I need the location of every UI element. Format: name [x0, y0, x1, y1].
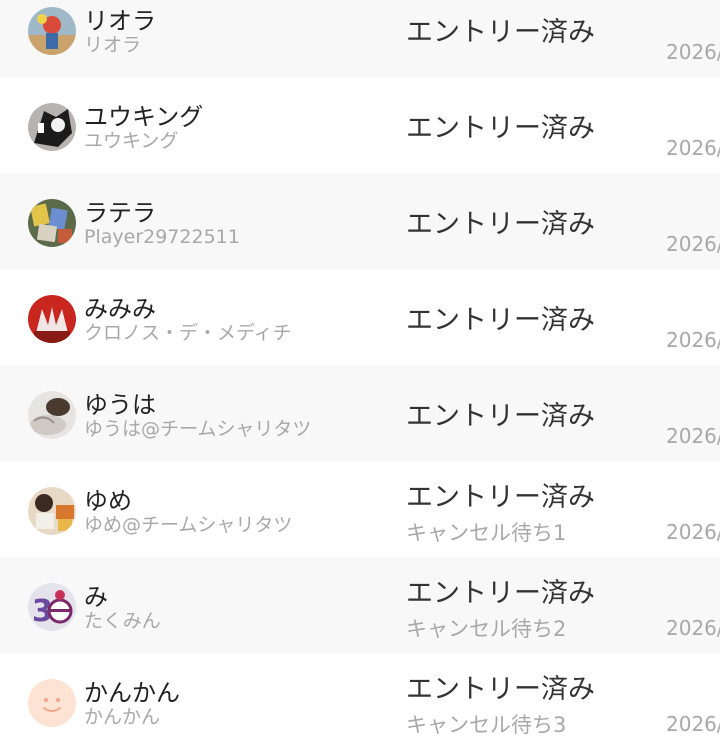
- entry-date: 2026/: [666, 136, 720, 160]
- entry-status: エントリー済み: [406, 482, 595, 513]
- avatar-image-icon: [28, 487, 76, 535]
- avatar-image-icon: [28, 7, 76, 55]
- entry-subname: リオラ: [84, 34, 142, 56]
- entry-subname: ゆめ@チームシャリタツ: [84, 514, 293, 536]
- avatar: [28, 103, 76, 151]
- avatar-image-icon: [28, 295, 76, 343]
- entry-date: 2026/: [666, 616, 720, 640]
- avatar: [28, 487, 76, 535]
- entry-date: 2026/: [666, 424, 720, 448]
- avatar-image-icon: [28, 391, 76, 439]
- entry-date: 2026/: [666, 40, 720, 64]
- entry-status: エントリー済み: [406, 209, 595, 240]
- entry-subname: ゆうは@チームシャリタツ: [84, 418, 312, 440]
- entry-subname: クロノス・デ・メディチ: [84, 322, 292, 344]
- entry-name: かんかん: [84, 679, 180, 707]
- entry-name: ユウキング: [84, 103, 204, 131]
- entry-status: エントリー済み: [406, 401, 595, 432]
- avatar: 3: [28, 583, 76, 631]
- entry-date: 2026/: [666, 328, 720, 352]
- entry-subname: かんかん: [84, 706, 161, 728]
- entry-name: み: [84, 583, 108, 611]
- entry-name: ゆめ: [84, 487, 132, 515]
- entry-row[interactable]: 3 み たくみん エントリー済み キャンセル待ち2 2026/: [0, 558, 720, 654]
- entry-row[interactable]: ゆめ ゆめ@チームシャリタツ エントリー済み キャンセル待ち1 2026/: [0, 462, 720, 558]
- entry-row[interactable]: ゆうは ゆうは@チームシャリタツ エントリー済み 2026/: [0, 366, 720, 462]
- avatar-image-icon: 3: [28, 583, 76, 631]
- entry-row[interactable]: リオラ リオラ エントリー済み 2026/: [0, 0, 720, 78]
- entry-status: エントリー済み: [406, 674, 595, 705]
- waitlist-note: キャンセル待ち3: [406, 713, 567, 737]
- entry-subname: ユウキング: [84, 130, 179, 152]
- entry-row[interactable]: ラテラ Player29722511 エントリー済み 2026/: [0, 174, 720, 270]
- entry-list: リオラ リオラ エントリー済み 2026/ ユウキング ユウキング エントリー済…: [0, 0, 720, 747]
- entry-name: ゆうは: [84, 391, 156, 419]
- avatar: [28, 679, 76, 727]
- entry-name: ラテラ: [84, 199, 156, 227]
- waitlist-note: キャンセル待ち1: [406, 521, 567, 545]
- avatar: [28, 295, 76, 343]
- entry-status: エントリー済み: [406, 305, 595, 336]
- entry-subname: Player29722511: [84, 226, 240, 248]
- entry-row[interactable]: みみみ クロノス・デ・メディチ エントリー済み 2026/: [0, 270, 720, 366]
- entry-date: 2026/: [666, 232, 720, 256]
- avatar-image-icon: [28, 103, 76, 151]
- default-avatar-icon: [28, 679, 76, 727]
- entry-name: みみみ: [84, 295, 156, 323]
- avatar-image-icon: [28, 199, 76, 247]
- entry-name: リオラ: [84, 7, 156, 35]
- entry-row[interactable]: かんかん かんかん エントリー済み キャンセル待ち3 2026/: [0, 654, 720, 747]
- entry-subname: たくみん: [84, 610, 161, 632]
- entry-status: エントリー済み: [406, 113, 595, 144]
- entry-row[interactable]: ユウキング ユウキング エントリー済み 2026/: [0, 78, 720, 174]
- waitlist-note: キャンセル待ち2: [406, 617, 567, 641]
- entry-status: エントリー済み: [406, 17, 595, 48]
- avatar: [28, 391, 76, 439]
- entry-date: 2026/: [666, 712, 720, 736]
- entry-status: エントリー済み: [406, 578, 595, 609]
- entry-date: 2026/: [666, 520, 720, 544]
- avatar: [28, 199, 76, 247]
- avatar: [28, 7, 76, 55]
